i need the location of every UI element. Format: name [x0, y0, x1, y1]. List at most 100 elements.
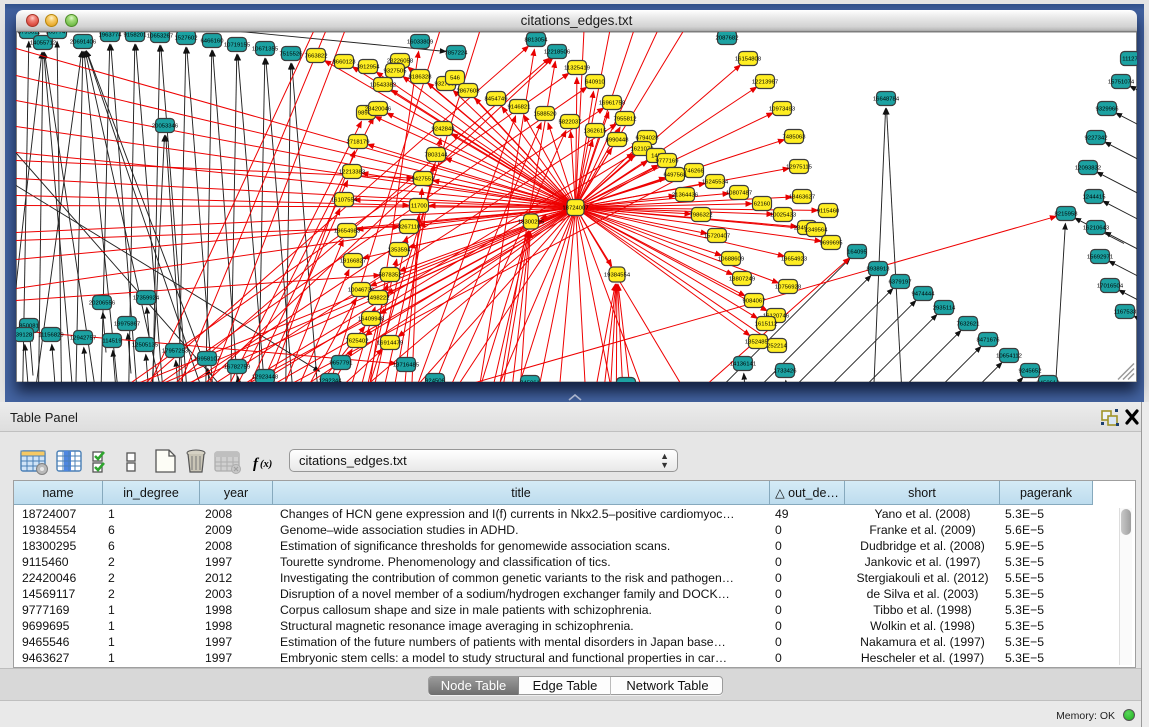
svg-text:1353594: 1353594: [388, 247, 412, 253]
svg-text:10756928: 10756928: [775, 284, 802, 290]
svg-text:16409948: 16409948: [358, 316, 385, 322]
svg-text:2867608: 2867608: [457, 88, 481, 94]
svg-text:9242848: 9242848: [432, 126, 456, 132]
svg-text:16914479: 16914479: [377, 340, 403, 346]
svg-text:9245652: 9245652: [1019, 368, 1042, 374]
svg-text:12218506: 12218506: [544, 49, 571, 55]
svg-text:9327505: 9327505: [384, 68, 408, 74]
svg-text:21364436: 21364436: [672, 192, 699, 198]
svg-text:9329966: 9329966: [1096, 106, 1120, 112]
svg-text:1167533: 1167533: [1114, 309, 1137, 315]
svg-text:10719155: 10719155: [224, 42, 251, 48]
svg-text:18724007: 18724007: [562, 205, 588, 211]
svg-text:7803144: 7803144: [425, 152, 449, 158]
svg-text:10688609: 10688609: [718, 256, 744, 262]
svg-text:11325419: 11325419: [564, 65, 590, 71]
svg-text:19654983: 19654983: [334, 228, 361, 234]
svg-text:9450612: 9450612: [1037, 380, 1060, 382]
svg-text:1615112: 1615112: [755, 321, 778, 327]
svg-text:12923448: 12923448: [252, 374, 279, 380]
svg-text:10653267: 10653267: [147, 33, 173, 39]
svg-text:10671355: 10671355: [252, 46, 279, 52]
svg-text:9227342: 9227342: [1085, 135, 1108, 141]
svg-text:7663822: 7663822: [305, 53, 328, 59]
svg-text:9084067: 9084067: [743, 298, 766, 304]
svg-text:6466160: 6466160: [201, 38, 225, 44]
svg-text:8938913: 8938913: [867, 266, 891, 272]
svg-text:9777169: 9777169: [656, 158, 679, 164]
svg-text:9637747: 9637747: [46, 32, 69, 36]
svg-text:3912954: 3912954: [357, 64, 381, 70]
svg-text:7986322: 7986322: [690, 212, 713, 218]
svg-text:17016504: 17016504: [1097, 283, 1124, 289]
svg-text:845061: 845061: [520, 380, 540, 382]
svg-text:23420046: 23420046: [365, 106, 392, 112]
svg-text:1963774: 1963774: [99, 32, 123, 38]
svg-text:16154808: 16154808: [735, 56, 762, 62]
svg-text:18463627: 18463627: [789, 194, 815, 200]
svg-text:7515526: 7515526: [280, 51, 304, 57]
svg-text:1292344: 1292344: [319, 378, 343, 382]
svg-text:8990448: 8990448: [606, 137, 630, 143]
svg-text:20053346: 20053346: [152, 123, 179, 129]
svg-text:1244415: 1244415: [1083, 194, 1107, 200]
svg-text:10807487: 10807487: [726, 190, 752, 196]
svg-text:12942757: 12942757: [70, 335, 96, 341]
svg-text:16245534: 16245534: [702, 179, 729, 185]
svg-text:8215958: 8215958: [1055, 211, 1079, 217]
svg-text:17359924: 17359924: [133, 295, 160, 301]
svg-text:9158201: 9158201: [124, 32, 147, 38]
svg-text:18807249: 18807249: [729, 276, 755, 282]
svg-text:11127: 11127: [1122, 56, 1137, 62]
svg-text:10973493: 10973493: [769, 106, 796, 112]
svg-text:16033809: 16033809: [407, 39, 433, 45]
svg-text:12975115: 12975115: [786, 164, 812, 170]
svg-text:16210643: 16210643: [1083, 225, 1110, 231]
svg-text:12213967: 12213967: [752, 79, 778, 85]
svg-text:16107554: 16107554: [331, 197, 358, 203]
svg-text:20206556: 20206556: [89, 300, 116, 306]
svg-text:16782759: 16782759: [224, 364, 250, 370]
svg-text:19975867: 19975867: [114, 321, 140, 327]
svg-text:5878352: 5878352: [379, 272, 402, 278]
svg-text:14136141: 14136141: [730, 361, 756, 367]
svg-text:8813054: 8813054: [525, 37, 549, 43]
svg-text:19654923: 19654923: [781, 256, 808, 262]
svg-text:6497568: 6497568: [664, 172, 688, 178]
svg-text:746266: 746266: [684, 168, 704, 174]
svg-text:15720407: 15720407: [704, 233, 730, 239]
svg-text:2349564: 2349564: [805, 227, 829, 233]
svg-text:546: 546: [450, 75, 461, 81]
svg-text:924506: 924506: [425, 378, 445, 382]
svg-text:18300295: 18300295: [518, 219, 545, 225]
svg-text:2718179: 2718179: [347, 139, 370, 145]
svg-text:19958107: 19958107: [194, 356, 220, 362]
svg-text:6794028: 6794028: [636, 135, 660, 141]
svg-text:8471676: 8471676: [977, 337, 1001, 343]
svg-text:9146821: 9146821: [508, 104, 531, 110]
svg-text:1588520: 1588520: [534, 111, 558, 117]
svg-text:9427552: 9427552: [412, 176, 435, 182]
svg-text:640910: 640910: [585, 79, 605, 85]
svg-text:20691406: 20691406: [70, 39, 97, 45]
svg-text:9657791: 9657791: [330, 360, 353, 366]
svg-text:1733426: 1733426: [774, 368, 798, 374]
svg-text:15692971: 15692971: [1087, 254, 1113, 260]
svg-text:1362615: 1362615: [584, 128, 608, 134]
svg-text:114519: 114519: [102, 338, 121, 344]
svg-text:f: f: [253, 456, 260, 472]
svg-text:10654112: 10654112: [996, 353, 1022, 359]
svg-text:16648784: 16648784: [873, 96, 900, 102]
svg-text:39128: 39128: [16, 332, 33, 338]
svg-text:6379197: 6379197: [889, 279, 912, 285]
svg-text:13716485: 13716485: [393, 362, 420, 368]
svg-text:7857224: 7857224: [445, 50, 469, 56]
svg-text:17957253: 17957253: [162, 348, 189, 354]
svg-text:164095: 164095: [847, 249, 867, 255]
svg-text:15751074: 15751074: [1108, 79, 1135, 85]
svg-text:1498222: 1498222: [367, 295, 390, 301]
svg-text:14055712: 14055712: [30, 40, 56, 46]
svg-text:16961758: 16961758: [599, 100, 626, 106]
svg-text:10025433: 10025433: [770, 212, 797, 218]
svg-text:3267110: 3267110: [398, 224, 421, 230]
